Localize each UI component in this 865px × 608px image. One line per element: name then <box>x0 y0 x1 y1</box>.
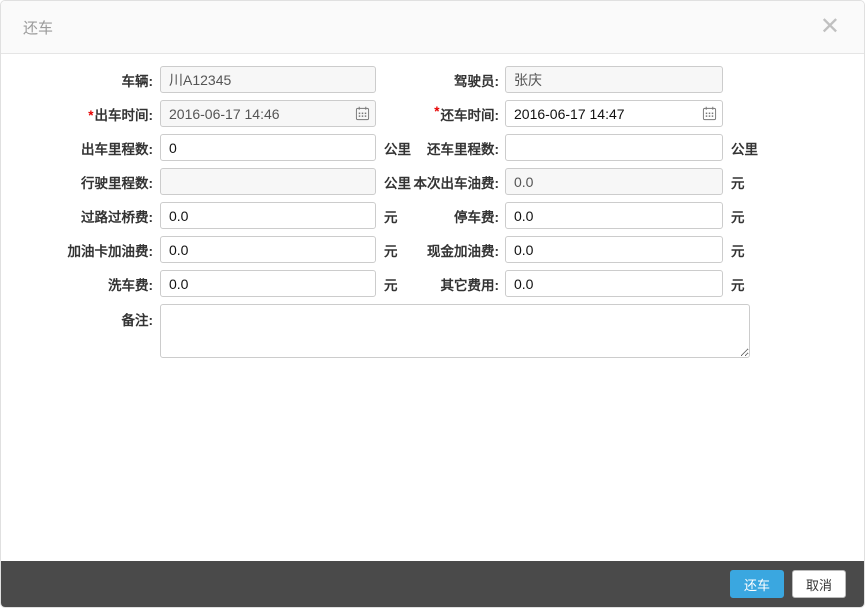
return-time-input[interactable] <box>505 100 723 127</box>
return-time-label: *还车时间: <box>424 104 499 124</box>
unit-yuan-label: 元 <box>723 274 745 294</box>
depart-mileage-input[interactable] <box>160 134 376 161</box>
wash-fee-field <box>160 270 376 297</box>
form-row-remark: 备注: <box>1 304 864 358</box>
cancel-button[interactable]: 取消 <box>792 570 846 598</box>
trip-fuel-fee-label: 本次出车油费: <box>424 172 499 192</box>
return-time-field <box>505 100 723 127</box>
depart-time-input[interactable] <box>160 100 376 127</box>
toll-fee-label: 过路过桥费: <box>1 206 160 226</box>
trip-fuel-fee-field <box>505 168 723 195</box>
form-row-fuelcard-cash: 加油卡加油费: 元 现金加油费: 元 <box>1 236 864 263</box>
dialog-title: 还车 <box>23 17 53 38</box>
form-row-toll-parking: 过路过桥费: 元 停车费: 元 <box>1 202 864 229</box>
other-fee-input[interactable] <box>505 270 723 297</box>
required-asterisk: * <box>88 108 93 123</box>
cash-fuel-fee-label: 现金加油费: <box>424 240 499 260</box>
wash-fee-label: 洗车费: <box>1 274 160 294</box>
close-icon[interactable]: ✕ <box>814 13 846 41</box>
unit-yuan-label: 元 <box>723 172 745 192</box>
parking-fee-input[interactable] <box>505 202 723 229</box>
dialog-footer: 还车 取消 <box>1 561 864 607</box>
form-row-wash-other: 洗车费: 元 其它费用: 元 <box>1 270 864 297</box>
depart-time-label: *出车时间: <box>1 104 160 124</box>
driver-field <box>505 66 723 93</box>
depart-time-field <box>160 100 376 127</box>
unit-km-label: 公里 <box>723 138 758 158</box>
toll-fee-field <box>160 202 376 229</box>
return-car-dialog: 还车 ✕ 车辆: 驾驶员: *出车时间: <box>0 0 865 608</box>
depart-mileage-field <box>160 134 376 161</box>
driven-mileage-label: 行驶里程数: <box>1 172 160 192</box>
depart-mileage-label: 出车里程数: <box>1 138 160 158</box>
driven-mileage-field <box>160 168 376 195</box>
driver-label: 驾驶员: <box>424 70 499 90</box>
calendar-icon <box>355 106 370 121</box>
return-car-form: 车辆: 驾驶员: *出车时间: *还车时间: <box>1 54 864 358</box>
parking-fee-field <box>505 202 723 229</box>
return-mileage-input[interactable] <box>505 134 723 161</box>
remark-label: 备注: <box>1 304 160 329</box>
unit-yuan-label: 元 <box>723 240 745 260</box>
vehicle-label: 车辆: <box>1 70 160 90</box>
unit-km-label: 公里 <box>376 138 424 158</box>
form-row-mileage: 出车里程数: 公里 还车里程数: 公里 <box>1 134 864 161</box>
unit-yuan-label: 元 <box>376 240 424 260</box>
vehicle-field <box>160 66 376 93</box>
form-row-driven-fuel: 行驶里程数: 公里 本次出车油费: 元 <box>1 168 864 195</box>
form-row-times: *出车时间: *还车时间: <box>1 100 864 127</box>
return-mileage-field <box>505 134 723 161</box>
wash-fee-input[interactable] <box>160 270 376 297</box>
remark-textarea[interactable] <box>160 304 750 358</box>
fuel-card-fee-field <box>160 236 376 263</box>
driven-mileage-input[interactable] <box>160 168 376 195</box>
return-mileage-label: 还车里程数: <box>424 138 499 158</box>
driver-input[interactable] <box>505 66 723 93</box>
calendar-icon[interactable] <box>702 106 717 121</box>
toll-fee-input[interactable] <box>160 202 376 229</box>
fuel-card-fee-input[interactable] <box>160 236 376 263</box>
return-confirm-button[interactable]: 还车 <box>730 570 784 598</box>
required-asterisk: * <box>434 104 439 124</box>
vehicle-input[interactable] <box>160 66 376 93</box>
cash-fuel-fee-input[interactable] <box>505 236 723 263</box>
cash-fuel-fee-field <box>505 236 723 263</box>
unit-yuan-label: 元 <box>376 274 424 294</box>
other-fee-label: 其它费用: <box>424 274 499 294</box>
unit-yuan-label: 元 <box>723 206 745 226</box>
dialog-header: 还车 ✕ <box>1 1 864 54</box>
fuel-card-fee-label: 加油卡加油费: <box>1 240 160 260</box>
parking-fee-label: 停车费: <box>424 206 499 226</box>
unit-yuan-label: 元 <box>376 206 424 226</box>
form-row-vehicle-driver: 车辆: 驾驶员: <box>1 66 864 93</box>
trip-fuel-fee-input[interactable] <box>505 168 723 195</box>
other-fee-field <box>505 270 723 297</box>
